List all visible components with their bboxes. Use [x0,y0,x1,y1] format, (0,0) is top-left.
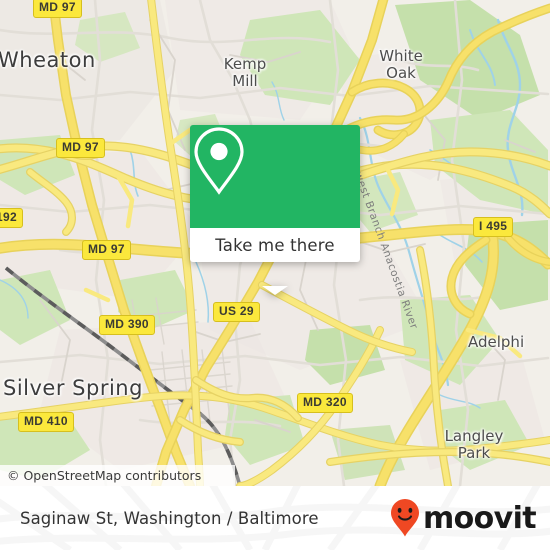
callout-action-bar[interactable]: Take me there [190,228,360,262]
moovit-wordmark: moovit [422,500,537,536]
osm-attribution[interactable]: © OpenStreetMap contributors [0,465,235,486]
highway-shield-md-97-mid[interactable]: MD 97 [56,138,105,158]
map-canvas[interactable]: .park{fill:#cfe6b8;} .parkd{fill:#c5e0ab… [0,0,550,486]
callout-pointer-tail [262,286,288,295]
highway-shield-md-97-north[interactable]: MD 97 [33,0,82,18]
footer-location: Saginaw St, Washington / Baltimore [20,486,319,550]
footer-location-text: Saginaw St, Washington / Baltimore [20,508,319,528]
moovit-logo[interactable]: moovit [390,486,537,550]
map-screenshot: .park{fill:#cfe6b8;} .parkd{fill:#c5e0ab… [0,0,550,550]
highway-shield-md-97-south[interactable]: MD 97 [82,240,131,260]
highway-shield-us-29[interactable]: US 29 [213,302,260,322]
highway-shield-i-495[interactable]: I 495 [473,217,514,237]
highway-shield-md-320[interactable]: MD 320 [297,393,353,413]
osm-attribution-text: © OpenStreetMap contributors [7,468,202,483]
highway-shield-192[interactable]: 192 [0,208,23,228]
callout-image-panel [190,125,360,228]
footer-bar: Saginaw St, Washington / Baltimore moovi… [0,486,550,550]
moovit-smiley-pin-icon [390,499,419,537]
highway-shield-md-390[interactable]: MD 390 [99,315,155,335]
location-pin-icon [194,127,244,195]
take-me-there-label: Take me there [215,235,335,255]
highway-shield-md-410[interactable]: MD 410 [18,412,74,432]
take-me-there-callout[interactable]: Take me there [190,125,360,295]
